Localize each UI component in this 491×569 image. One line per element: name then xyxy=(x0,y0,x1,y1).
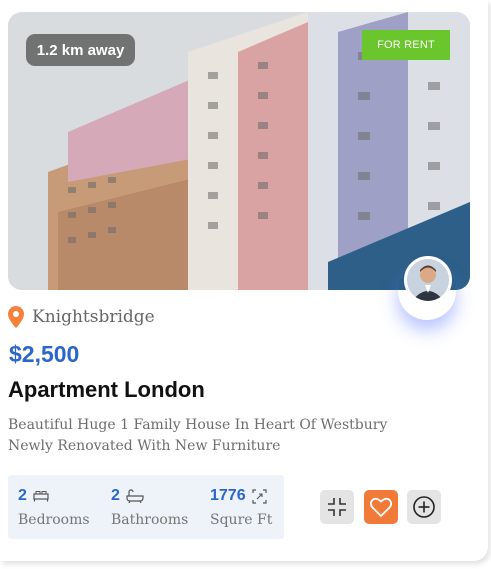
listing-title[interactable]: Apartment London xyxy=(8,377,205,403)
bathtub-icon xyxy=(126,489,144,503)
bedrooms-value: 2 xyxy=(18,487,27,504)
add-button[interactable] xyxy=(407,490,441,524)
property-card[interactable]: 1.2 km away FOR RENT Knightsbridge $2,50… xyxy=(0,0,488,561)
location-row: Knightsbridge xyxy=(8,306,155,328)
bed-icon xyxy=(33,491,49,502)
heart-icon xyxy=(369,497,393,518)
map-pin-icon xyxy=(8,306,24,328)
area-value: 1776 xyxy=(210,487,246,504)
favorite-button[interactable] xyxy=(364,490,398,524)
area-icon xyxy=(251,488,267,504)
stat-area: 1776 Squre Ft xyxy=(210,485,272,528)
compress-icon xyxy=(328,498,346,516)
location-label: Knightsbridge xyxy=(32,307,155,327)
price-label: $2,500 xyxy=(9,341,80,367)
distance-badge: 1.2 km away xyxy=(26,34,135,66)
stat-bathrooms: 2 Bathrooms xyxy=(111,485,188,528)
compare-button[interactable] xyxy=(320,490,354,524)
agent-avatar[interactable] xyxy=(404,256,452,304)
area-label: Squre Ft xyxy=(210,512,273,528)
person-icon xyxy=(407,259,449,301)
listing-description: Beautiful Huge 1 Family House In Heart O… xyxy=(8,417,388,454)
for-rent-badge: FOR RENT xyxy=(362,30,450,60)
bathrooms-label: Bathrooms xyxy=(111,512,189,528)
stat-bedrooms: 2 Bedrooms xyxy=(18,485,90,528)
stats-panel: 2 Bedrooms 2 Bathrooms 1776 Squre Ft xyxy=(8,475,284,539)
bathrooms-value: 2 xyxy=(111,487,120,504)
plus-circle-icon xyxy=(413,496,435,518)
bedrooms-label: Bedrooms xyxy=(18,512,90,528)
